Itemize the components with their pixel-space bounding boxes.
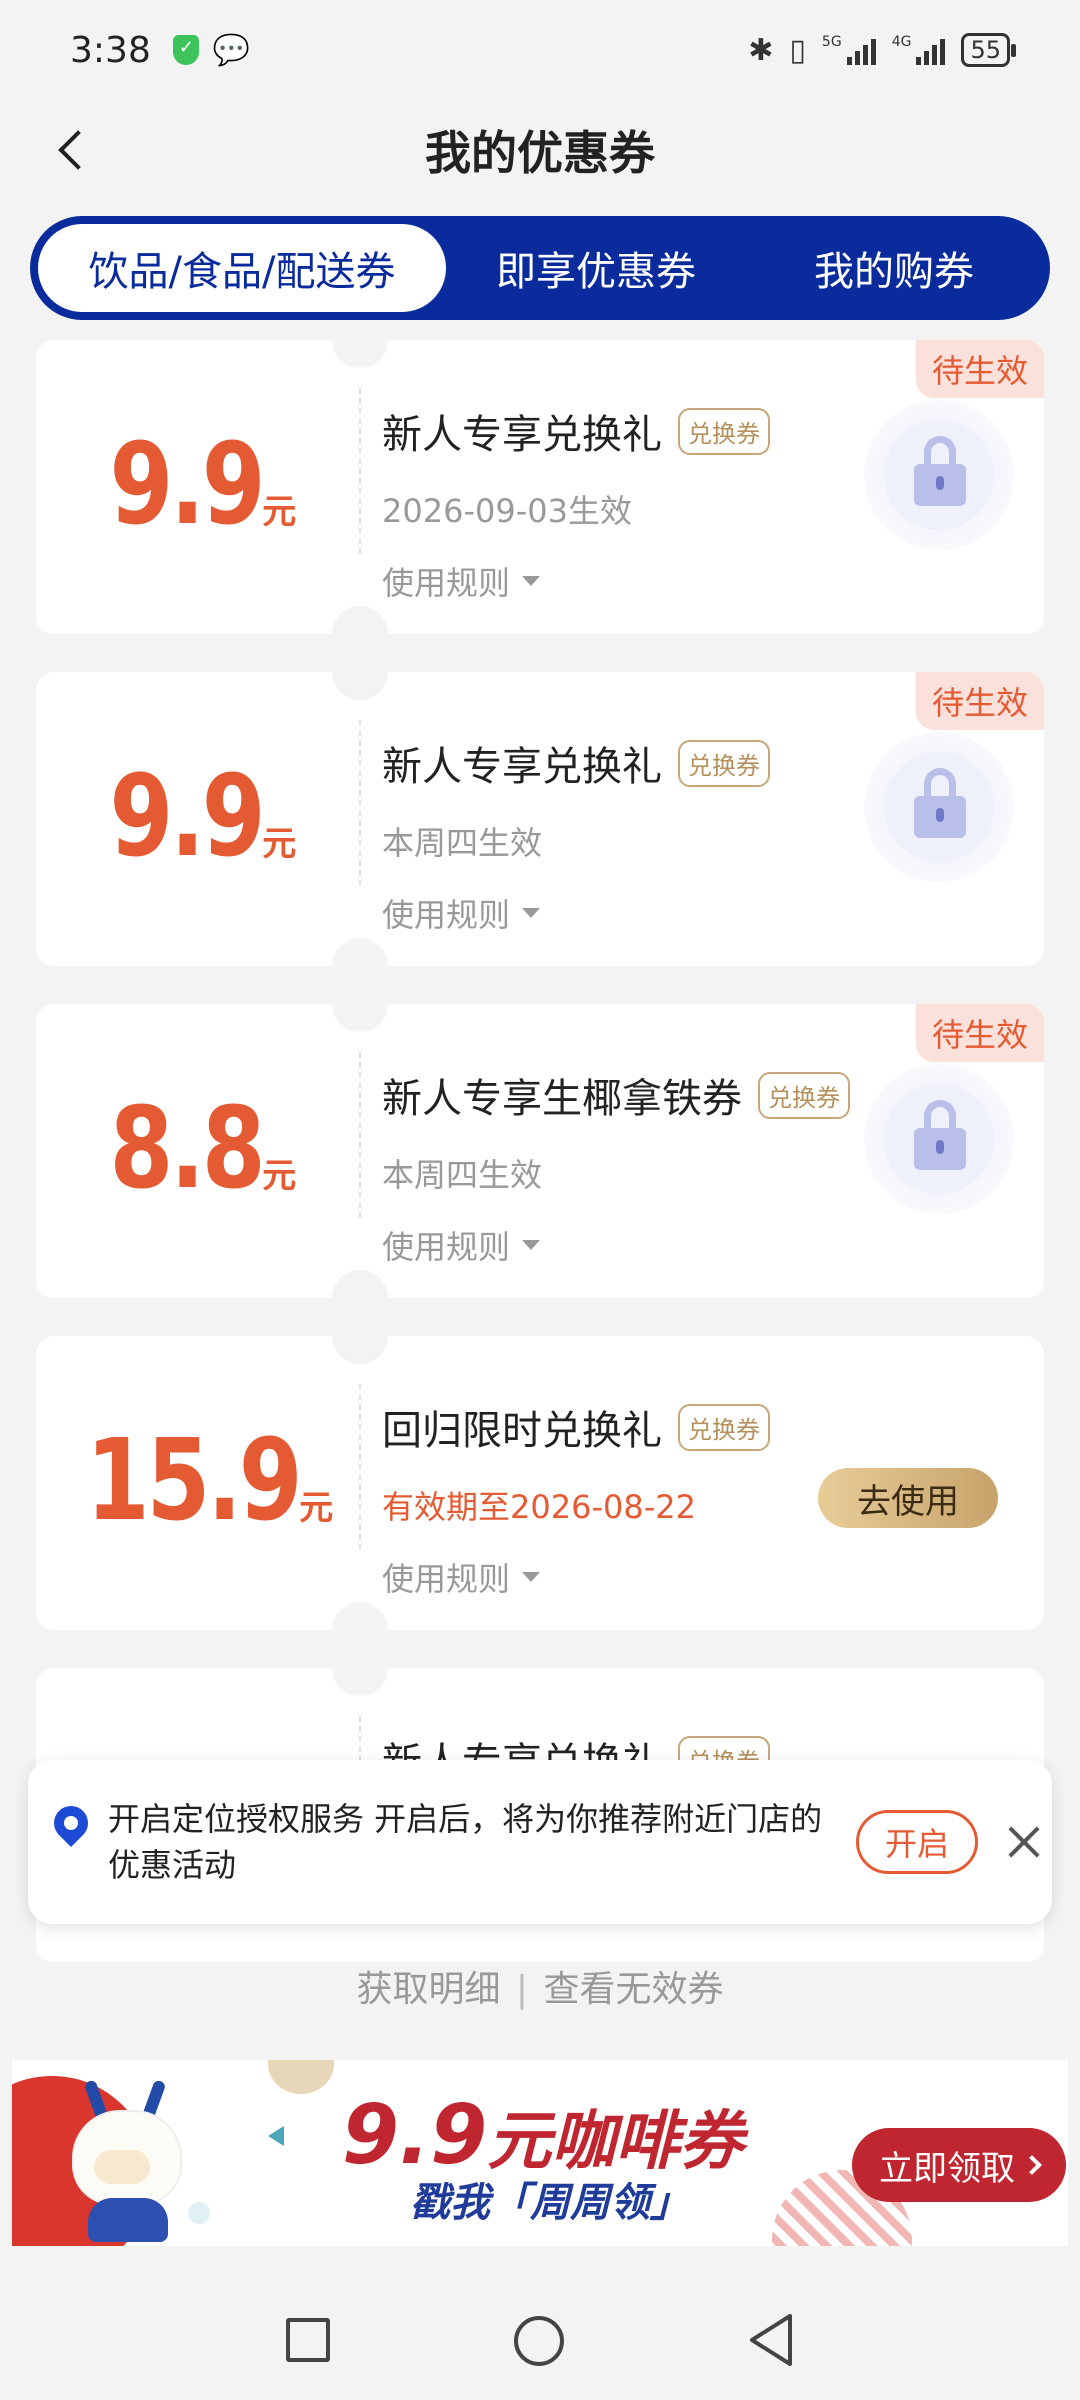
coupon-card[interactable]: 9.9元 新人专享兑换礼 兑换券 2026-09-03生效 使用规则 待生效 — [36, 340, 1044, 634]
home-icon[interactable] — [514, 2316, 564, 2366]
usage-rules-toggle[interactable]: 使用规则 — [382, 558, 770, 604]
status-badge: 待生效 — [915, 672, 1044, 730]
coupon-price: 8.8元 — [109, 1084, 297, 1214]
details-link[interactable]: 获取明细 — [356, 1969, 500, 2010]
usage-rules-toggle[interactable]: 使用规则 — [382, 1554, 770, 1600]
battery-icon: 55 — [961, 33, 1016, 67]
coupon-expiry: 有效期至2026-08-22 — [382, 1488, 696, 1526]
header: 我的优惠券 — [0, 100, 1080, 200]
tab-drinks-food-delivery[interactable]: 饮品/食品/配送券 — [38, 224, 446, 312]
enable-location-button[interactable]: 开启 — [856, 1810, 978, 1874]
coupon-price: 9.9元 — [109, 420, 297, 550]
page-title: 我的优惠券 — [425, 126, 655, 180]
status-badge: 待生效 — [915, 340, 1044, 398]
location-banner-text: 开启定位授权服务 开启后，将为你推荐附近门店的优惠活动 — [108, 1800, 823, 1884]
status-bar: 3:38 💬 ✱ ▯ 5G 4G 55 — [0, 0, 1080, 100]
promo-banner[interactable]: 9.9元咖啡券 戳我「周周领」 立即领取 — [12, 2060, 1068, 2246]
coupon-date: 2026-09-03生效 — [382, 492, 632, 530]
chevron-down-icon — [522, 576, 541, 586]
coupon-name: 新人专享兑换礼 — [382, 744, 662, 790]
coupon-type-tag: 兑换券 — [678, 1403, 770, 1451]
usage-rules-toggle[interactable]: 使用规则 — [382, 1222, 850, 1268]
signal-4g-icon: 4G — [892, 35, 946, 65]
promo-headline: 9.9元咖啡券 — [342, 2088, 744, 2183]
usage-rules-toggle[interactable]: 使用规则 — [382, 890, 770, 936]
coupon-card[interactable]: 9.9元 新人专享兑换礼 兑换券 本周四生效 使用规则 待生效 — [36, 672, 1044, 966]
lock-icon — [864, 400, 1014, 550]
coupon-tabs: 饮品/食品/配送券 即享优惠券 我的购券 — [30, 216, 1050, 320]
system-nav-bar — [0, 2286, 1080, 2400]
use-now-button[interactable]: 去使用 — [818, 1468, 998, 1528]
coupon-list: 9.9元 新人专享兑换礼 兑换券 2026-09-03生效 使用规则 待生效 9… — [36, 340, 1044, 2000]
coupon-price: 9.9元 — [109, 752, 297, 882]
invalid-coupons-link[interactable]: 查看无效券 — [544, 1969, 724, 2010]
close-icon[interactable] — [1004, 1822, 1044, 1862]
chevron-down-icon — [522, 1240, 541, 1250]
lock-icon — [864, 1064, 1014, 1214]
back-icon[interactable] — [746, 2312, 796, 2368]
coupon-date: 本周四生效 — [382, 1156, 543, 1194]
coupon-date: 本周四生效 — [382, 824, 543, 862]
location-permission-banner: 开启定位授权服务 开启后，将为你推荐附近门店的优惠活动 开启 — [28, 1760, 1052, 1924]
back-arrow-icon[interactable] — [50, 122, 100, 178]
coupon-type-tag: 兑换券 — [678, 739, 770, 787]
coupon-type-tag: 兑换券 — [678, 407, 770, 455]
coupon-card[interactable]: 15.9元 回归限时兑换礼 兑换券 有效期至2026-08-22 使用规则 去使… — [36, 1336, 1044, 1630]
coupon-type-tag: 兑换券 — [758, 1071, 850, 1119]
coupon-name: 新人专享生椰拿铁券 — [382, 1076, 742, 1122]
vibrate-icon: ▯ — [789, 32, 806, 68]
promo-subtitle: 戳我「周周领」 — [410, 2180, 690, 2226]
coupon-card[interactable]: 8.8元 新人专享生椰拿铁券 兑换券 本周四生效 使用规则 待生效 — [36, 1004, 1044, 1298]
lock-icon — [864, 732, 1014, 882]
location-pin-icon — [52, 1806, 90, 1852]
deer-mascot-icon — [52, 2079, 202, 2242]
tab-instant-coupons[interactable]: 即享优惠券 — [446, 224, 746, 312]
wechat-icon: 💬 — [212, 32, 251, 68]
recent-apps-icon[interactable] — [286, 2318, 330, 2362]
status-badge: 待生效 — [915, 1004, 1044, 1062]
coupon-price: 15.9元 — [85, 1416, 334, 1546]
tab-my-purchased[interactable]: 我的购券 — [746, 224, 1042, 312]
bluetooth-icon: ✱ — [748, 32, 774, 68]
coupon-name: 回归限时兑换礼 — [382, 1408, 662, 1454]
link-separator: | — [515, 1969, 529, 2010]
claim-now-button[interactable]: 立即领取 — [852, 2128, 1066, 2202]
footer-links: 获取明细 | 查看无效券 — [0, 1960, 1080, 2026]
status-time: 3:38 — [70, 29, 151, 71]
security-shield-icon — [172, 35, 199, 65]
signal-5g-icon: 5G — [822, 35, 876, 65]
chevron-down-icon — [522, 1572, 541, 1582]
coupon-name: 新人专享兑换礼 — [382, 412, 662, 458]
chevron-right-icon — [1022, 2155, 1042, 2175]
chevron-down-icon — [522, 908, 541, 918]
